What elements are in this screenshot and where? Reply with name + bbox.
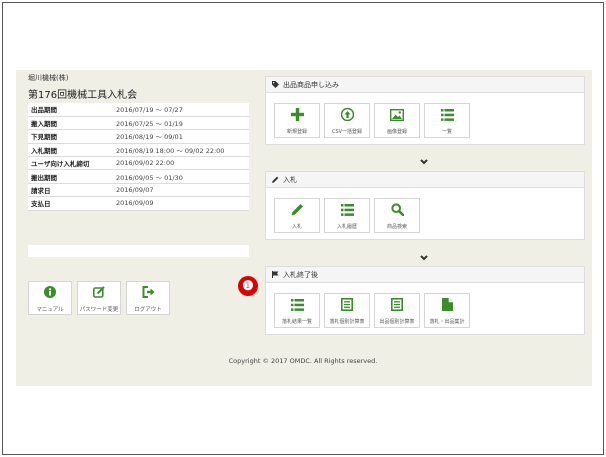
- schedule-label: 出品期間: [28, 103, 113, 117]
- info-icon: [44, 283, 56, 302]
- table-row: 入札期間 2016/08/19 18:00 〜 09/02 22:00: [28, 143, 249, 158]
- schedule-label: 支払日: [28, 196, 113, 211]
- product-search-label: 商品検索: [386, 224, 407, 230]
- table-row: ユーザ向け入札締切 2016/09/02 22:00: [28, 156, 249, 171]
- logout-button[interactable]: ログアウト: [126, 281, 170, 315]
- listing-list-label: 一覧: [441, 129, 452, 135]
- bid-history-label: 入札履歴: [336, 224, 357, 230]
- schedule-value: 2016/07/25 〜 01/19: [113, 116, 249, 131]
- winning-results-button[interactable]: 落札結果一覧: [274, 293, 320, 328]
- manual-button[interactable]: マニュアル: [28, 281, 72, 315]
- winning-results-label: 落札結果一覧: [281, 319, 312, 325]
- plus-icon: [290, 106, 304, 125]
- after-bidding-panel-header: 入札終了後: [266, 267, 584, 283]
- after-bidding-buttons: 落札結果一覧 落札個別計算表 出品個別計算表 落札・出品集計: [266, 283, 584, 334]
- winning-calc-sheet-label: 落札個別計算表: [329, 319, 365, 325]
- listing-calc-sheet-label: 出品個別計算表: [379, 319, 415, 325]
- company-name: 堀川機械(株): [28, 74, 69, 82]
- search-icon: [390, 201, 404, 220]
- info-bar: [28, 245, 249, 257]
- after-bidding-panel: 入札終了後 落札結果一覧 落札個別計算表 出品個別計算表 落札・出品集計: [265, 266, 585, 335]
- csv-bulk-registration-button[interactable]: CSV一括登録: [324, 103, 370, 138]
- list-icon: [290, 296, 304, 315]
- schedule-value: 2016/09/02 22:00: [113, 156, 249, 171]
- schedule-label: 下見期間: [28, 129, 113, 144]
- logout-label: ログアウト: [134, 307, 162, 313]
- after-bidding-panel-title: 入札終了後: [283, 270, 318, 279]
- auction-title: 第176回機械工具入札会: [28, 90, 138, 101]
- new-registration-label: 新規登録: [286, 129, 307, 135]
- listing-buttons: 新規登録 CSV一括登録 画像登録 一覧: [266, 93, 584, 144]
- schedule-label: ユーザ向け入札締切: [28, 156, 113, 171]
- csv-bulk-registration-label: CSV一括登録: [331, 129, 363, 135]
- table-row: 支払日 2016/09/09: [28, 196, 249, 211]
- table-row: 搬出期間 2016/09/05 〜 01/30: [28, 169, 249, 184]
- sheet-icon: [391, 296, 403, 315]
- table-row: 搬入期間 2016/07/25 〜 01/19: [28, 116, 249, 131]
- table-row: 下見期間 2016/08/19 〜 09/01: [28, 129, 249, 144]
- chevron-down-icon: [420, 255, 428, 261]
- flag-icon: [272, 271, 279, 278]
- bid-label: 入札: [291, 224, 302, 230]
- bidding-panel-title: 入札: [283, 175, 297, 184]
- schedule-table: 出品期間 2016/07/19 〜 07/27 搬入期間 2016/07/25 〜 …: [28, 103, 249, 211]
- image-registration-button[interactable]: 画像登録: [374, 103, 420, 138]
- winning-calc-sheet-button[interactable]: 落札個別計算表: [324, 293, 370, 328]
- schedule-value: 2016/07/19 〜 07/27: [113, 103, 249, 117]
- callout-marker-1: ❶: [238, 276, 258, 296]
- bid-history-button[interactable]: 入札履歴: [324, 198, 370, 233]
- bid-button[interactable]: 入札: [274, 198, 320, 233]
- schedule-label: 請求日: [28, 183, 113, 198]
- pencil-icon: [291, 201, 304, 220]
- edit-icon: [93, 283, 105, 302]
- schedule-value: 2016/09/07: [113, 183, 249, 198]
- schedule-label: 搬出期間: [28, 169, 113, 184]
- sheet-icon: [341, 296, 353, 315]
- schedule-value: 2016/09/05 〜 01/30: [113, 169, 249, 184]
- account-buttons: マニュアル パスワード変更 ログアウト: [28, 281, 170, 315]
- listing-calc-sheet-button[interactable]: 出品個別計算表: [374, 293, 420, 328]
- listing-panel-header: 出品商品申し込み: [266, 77, 584, 93]
- schedule-value: 2016/08/19 〜 09/01: [113, 129, 249, 144]
- schedule-label: 入札期間: [28, 143, 113, 158]
- list-icon: [440, 106, 454, 125]
- chevron-down-icon: [420, 159, 428, 165]
- password-change-label: パスワード変更: [79, 307, 119, 313]
- table-row: 出品期間 2016/07/19 〜 07/27: [28, 103, 249, 117]
- manual-label: マニュアル: [36, 307, 64, 313]
- image-icon: [389, 106, 405, 125]
- image-registration-label: 画像登録: [386, 129, 407, 135]
- copyright: Copyright © 2017 OMDC. All Rights reserv…: [228, 357, 378, 365]
- upload-icon: [340, 106, 354, 125]
- bidding-panel: 入札 入札 入札履歴 商品検索: [265, 171, 585, 240]
- logout-icon: [142, 283, 155, 302]
- summary-button[interactable]: 落札・出品集計: [424, 293, 470, 328]
- file-icon: [441, 296, 453, 315]
- tag-icon: [272, 81, 279, 88]
- list-icon: [340, 201, 354, 220]
- pencil-icon: [272, 176, 279, 183]
- bidding-buttons: 入札 入札履歴 商品検索: [266, 188, 584, 239]
- listing-panel-title: 出品商品申し込み: [283, 80, 339, 89]
- schedule-label: 搬入期間: [28, 116, 113, 131]
- new-registration-button[interactable]: 新規登録: [274, 103, 320, 138]
- product-search-button[interactable]: 商品検索: [374, 198, 420, 233]
- summary-label: 落札・出品集計: [429, 319, 465, 325]
- bidding-panel-header: 入札: [266, 172, 584, 188]
- listing-panel: 出品商品申し込み 新規登録 CSV一括登録 画像登録 一覧: [265, 76, 585, 145]
- password-change-button[interactable]: パスワード変更: [77, 281, 121, 315]
- listing-list-button[interactable]: 一覧: [424, 103, 470, 138]
- table-row: 請求日 2016/09/07: [28, 183, 249, 198]
- schedule-value: 2016/08/19 18:00 〜 09/02 22:00: [113, 143, 249, 158]
- schedule-value: 2016/09/09: [113, 196, 249, 211]
